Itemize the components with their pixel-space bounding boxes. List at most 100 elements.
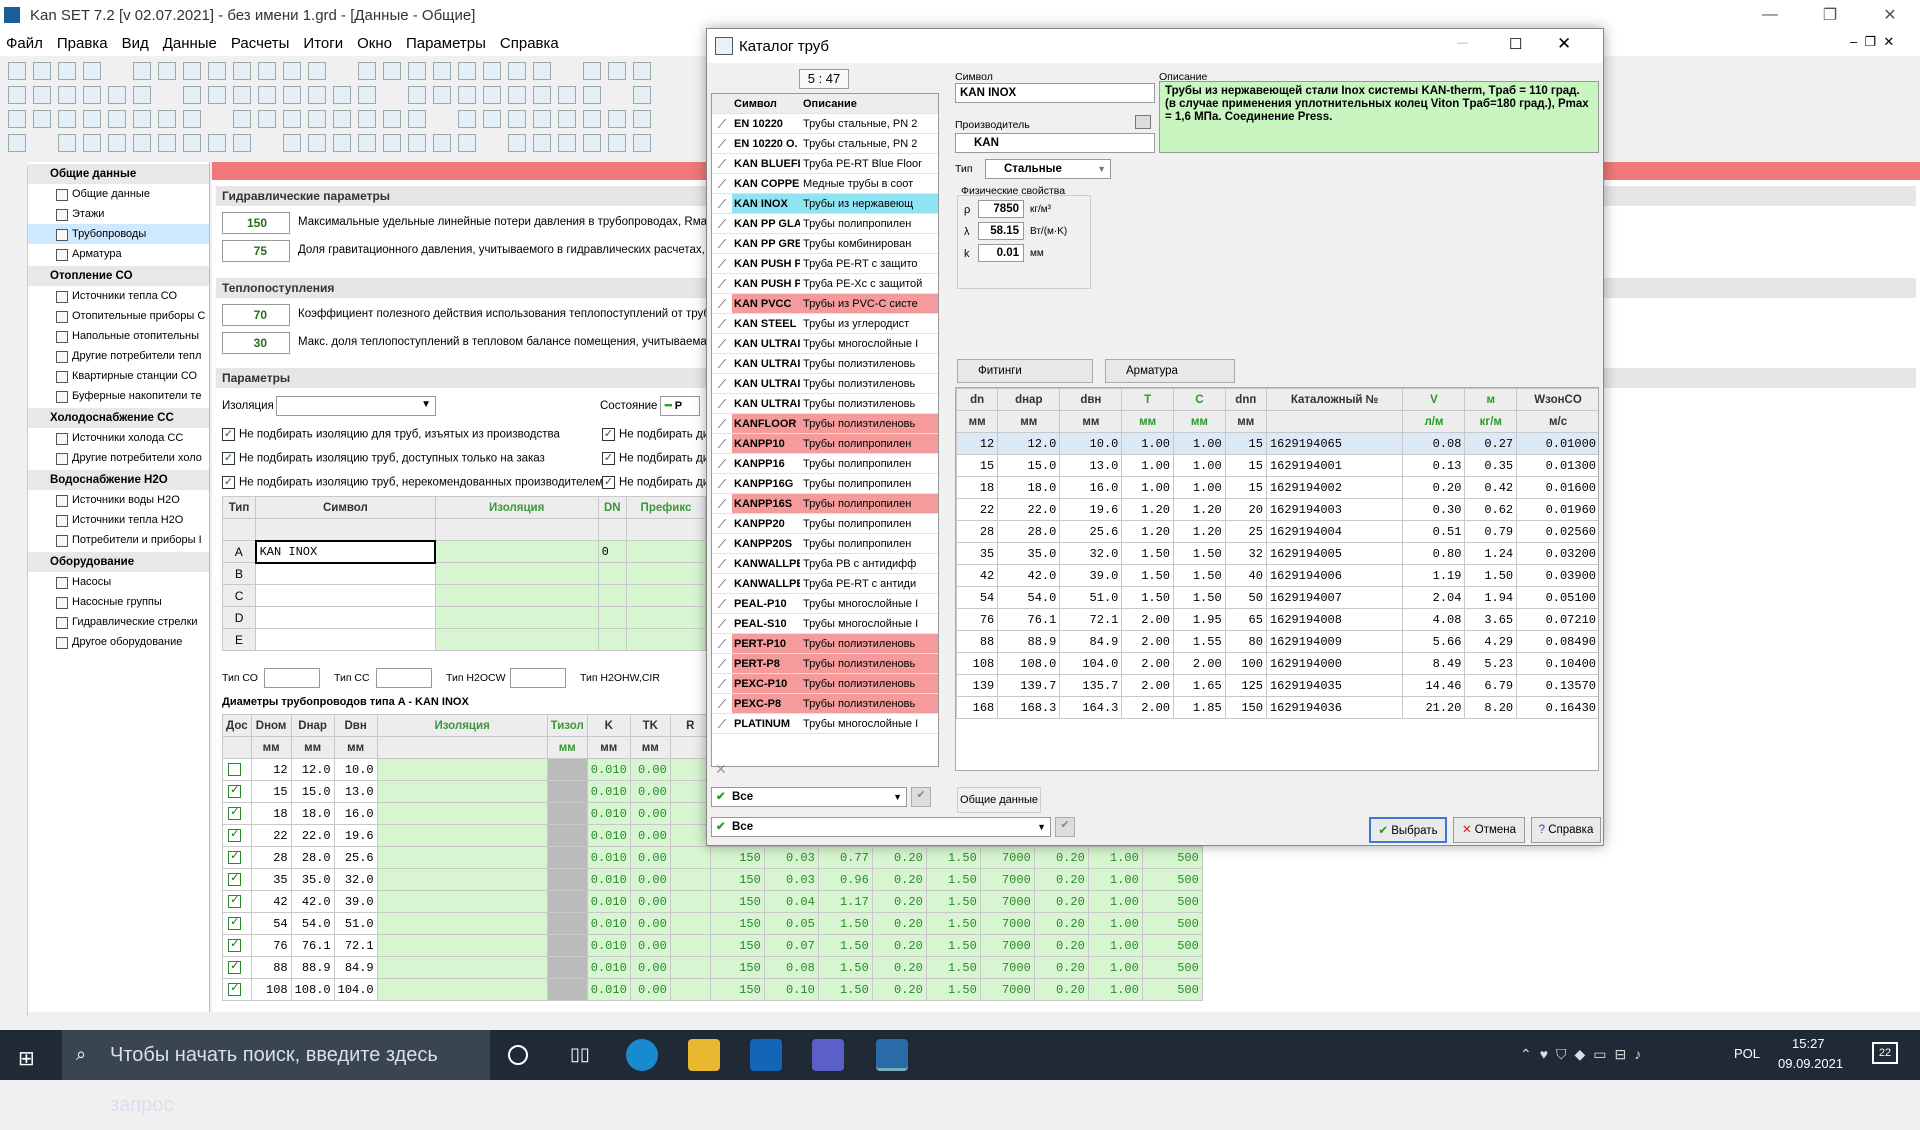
tree-item[interactable]: Насосные группы	[28, 592, 209, 612]
toolbar-tool-icon[interactable]	[8, 110, 26, 128]
restore-button[interactable]: ❐	[1800, 0, 1860, 30]
diam-value[interactable]: 0.20	[871, 978, 927, 1001]
dims-row[interactable]: 22 22.0 19.6 1.20 1.20 20 1629194003 0.30 0.62 0.…	[956, 498, 1598, 521]
type-symbol[interactable]	[255, 562, 436, 585]
diam-row[interactable]: ✓ 88 88.9 84.9 0.010 0.00 150 0.08 1.50 0.20 1.50 7…	[222, 956, 1203, 979]
toolbar-tool-icon[interactable]	[133, 110, 151, 128]
catalog-item[interactable]: ⟋ PEAL-S10 Трубы многослойные I	[712, 614, 938, 634]
type-prefix[interactable]	[625, 540, 707, 563]
diam-r[interactable]	[669, 758, 711, 781]
diam-value[interactable]: 0.07	[763, 934, 819, 957]
toolbar-tool-icon[interactable]	[508, 110, 526, 128]
type-prefix[interactable]	[625, 628, 707, 651]
select-button[interactable]: ✔ Выбрать	[1369, 817, 1447, 843]
toolbar-tool-icon[interactable]	[358, 110, 376, 128]
toolbar-tool-icon[interactable]	[133, 62, 151, 80]
catalog-item[interactable]: ⟋ PEXC-P10 Трубы полиэтиленовь	[712, 674, 938, 694]
catalog-item[interactable]: ⟋ EN 10220 O. Трубы стальные, PN 2	[712, 134, 938, 154]
catalog-item[interactable]: ⟋ PLATINUM Трубы многослойные I	[712, 714, 938, 734]
toolbar-tool-icon[interactable]	[58, 110, 76, 128]
diam-value[interactable]: 1.50	[925, 978, 981, 1001]
toolbar-tool-icon[interactable]	[83, 110, 101, 128]
catalog-item[interactable]: ⟋ KANPP10 Трубы полипропилен	[712, 434, 938, 454]
toolbar-tool-icon[interactable]	[633, 134, 651, 152]
diam-value[interactable]: 1.50	[817, 978, 873, 1001]
diam-value[interactable]: 0.20	[1033, 912, 1089, 935]
toolbar-tool-icon[interactable]	[533, 62, 551, 80]
checkbox[interactable]: ✓	[228, 784, 242, 798]
toolbar-tool-icon[interactable]	[633, 86, 651, 104]
dims-row[interactable]: 18 18.0 16.0 1.00 1.00 15 1629194002 0.20 0.42 0.…	[956, 476, 1598, 499]
diam-value[interactable]: 7000	[979, 868, 1035, 891]
iso-option[interactable]: ✓ Не подбирать изоляцию труб, нерекомендо…	[222, 476, 603, 489]
delete-icon[interactable]: ✕	[715, 761, 727, 778]
mdi-controls[interactable]: – ❐ ✕	[1850, 34, 1894, 50]
diam-insulation[interactable]	[376, 890, 548, 913]
iso-option[interactable]: ✓ Не подбирать изоляцию труб, доступных т…	[222, 452, 545, 465]
menu-item-2[interactable]: Вид	[122, 35, 149, 52]
checkbox[interactable]: ✓	[228, 938, 242, 952]
tree-section-header[interactable]: Оборудование	[28, 552, 209, 572]
menu-item-8[interactable]: Справка	[500, 35, 559, 52]
catalog-item[interactable]: ⟋ KANPP16 Трубы полипропилен	[712, 454, 938, 474]
diam-tk[interactable]: 0.00	[629, 934, 671, 957]
catalog-item[interactable]: ⟋ KAN ULTRAI Трубы многослойные I	[712, 334, 938, 354]
phys-value[interactable]: 7850	[978, 200, 1024, 218]
toolbar-tool-icon[interactable]	[408, 86, 426, 104]
toolbar-tool-icon[interactable]	[558, 134, 576, 152]
diam-value[interactable]: 1.50	[925, 846, 981, 869]
diam-value[interactable]: 0.03	[763, 846, 819, 869]
diam-value[interactable]: 150	[709, 912, 765, 935]
toolbar-tool-icon[interactable]	[158, 62, 176, 80]
diam-k[interactable]: 0.010	[586, 912, 631, 935]
diam-tizol[interactable]	[546, 802, 588, 825]
insulation-select[interactable]: ▼	[276, 396, 436, 416]
diam-value[interactable]: 1.50	[925, 934, 981, 957]
type-select[interactable]: Стальные ▼	[985, 159, 1111, 179]
catalog-filter-1[interactable]: ✔ Все ▼	[711, 787, 907, 807]
diam-row[interactable]: ✓ 35 35.0 32.0 0.010 0.00 150 0.03 0.96 0.20 1.50 7…	[222, 868, 1203, 891]
toolbar-tool-icon[interactable]	[308, 110, 326, 128]
fittings-tab[interactable]: Фитинги	[957, 359, 1093, 383]
diam-k[interactable]: 0.010	[586, 868, 631, 891]
diam-insulation[interactable]	[376, 956, 548, 979]
diam-value[interactable]: 1.00	[1087, 890, 1143, 913]
toolbar-tool-icon[interactable]	[508, 62, 526, 80]
diam-insulation[interactable]	[376, 868, 548, 891]
toolbar-tool-icon[interactable]	[383, 134, 401, 152]
diam-check[interactable]: ✓	[222, 978, 252, 1001]
toolbar-tool-icon[interactable]	[208, 134, 226, 152]
checkbox[interactable]: ✓	[228, 916, 242, 930]
diam-value[interactable]: 0.20	[1033, 978, 1089, 1001]
diam-tk[interactable]: 0.00	[629, 978, 671, 1001]
task-view-icon[interactable]: ▯▯	[570, 1044, 590, 1065]
diam-value[interactable]: 0.20	[1033, 846, 1089, 869]
toolbar-tool-icon[interactable]	[83, 86, 101, 104]
checkbox[interactable]: ✓	[228, 872, 242, 886]
toolbar-tool-icon[interactable]	[358, 86, 376, 104]
toolbar-tool-icon[interactable]	[508, 134, 526, 152]
diam-row[interactable]: ✓ 28 28.0 25.6 0.010 0.00 150 0.03 0.77 0.20 1.50 7…	[222, 846, 1203, 869]
toolbar-tool-icon[interactable]	[308, 62, 326, 80]
toolbar-tool-icon[interactable]	[358, 134, 376, 152]
toolbar-tool-icon[interactable]	[108, 110, 126, 128]
toolbar-tool-icon[interactable]	[258, 62, 276, 80]
dims-row[interactable]: 168 168.3 164.3 2.00 1.85 150 1629194036 21.20 8…	[956, 696, 1598, 719]
iso-option[interactable]: ✓ Не подбирать изоляцию для труб, изъятых…	[222, 428, 560, 441]
type-insulation[interactable]	[434, 606, 599, 629]
diam-value[interactable]: 1.50	[925, 890, 981, 913]
catalog-item[interactable]: ⟋ PEAL-P10 Трубы многослойные I	[712, 594, 938, 614]
diam-value[interactable]: 0.05	[763, 912, 819, 935]
diam-r[interactable]	[669, 868, 711, 891]
diam-insulation[interactable]	[376, 912, 548, 935]
diam-value[interactable]: 1.50	[817, 934, 873, 957]
toolbar-tool-icon[interactable]	[358, 62, 376, 80]
toolbar-tool-icon[interactable]	[483, 86, 501, 104]
toolbar-tool-icon[interactable]	[258, 86, 276, 104]
checkbox[interactable]: ✓	[228, 828, 242, 842]
state-select[interactable]: ━ Р	[660, 396, 700, 416]
diam-tizol[interactable]	[546, 912, 588, 935]
toolbar-tool-icon[interactable]	[483, 110, 501, 128]
diam-value[interactable]: 150	[709, 846, 765, 869]
option-right[interactable]: ✓ Не подбирать ди	[602, 428, 709, 441]
